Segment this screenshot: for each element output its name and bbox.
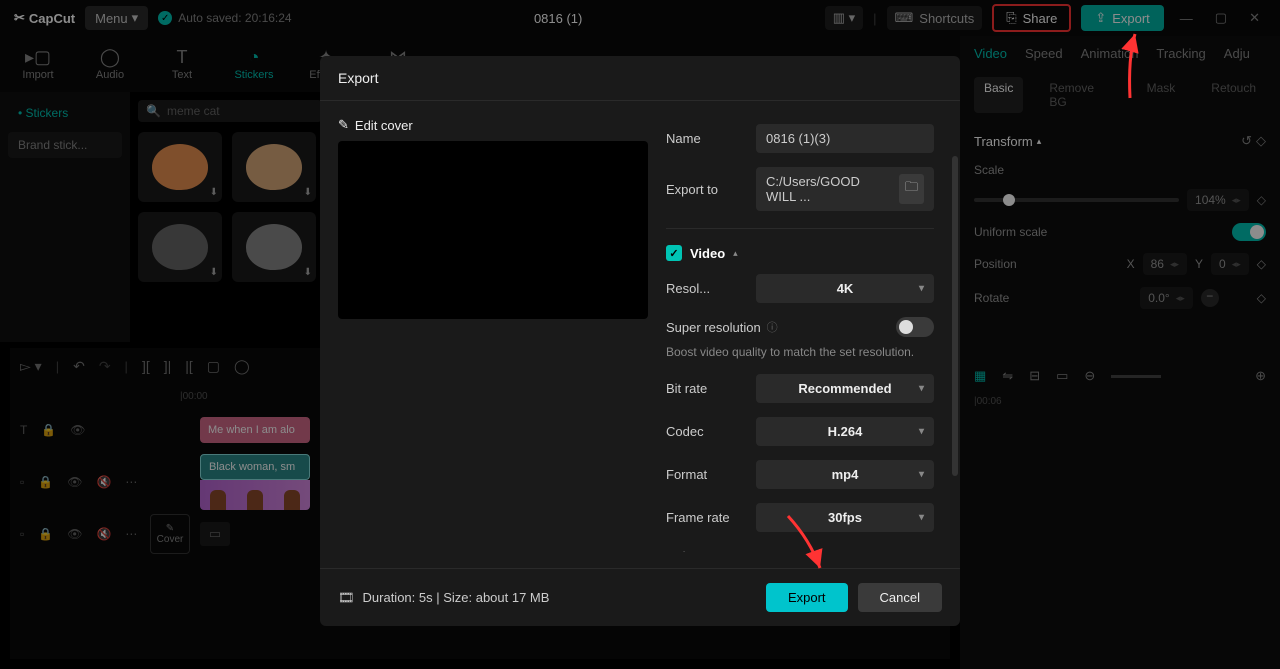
- cancel-button[interactable]: Cancel: [858, 583, 942, 612]
- superres-label: Super resolution: [666, 320, 761, 335]
- export-modal: Export ✎ Edit cover Name 0816 (1)(3) Exp…: [320, 56, 960, 626]
- checkbox-icon[interactable]: ✓: [666, 245, 682, 261]
- format-select[interactable]: mp4: [756, 460, 934, 489]
- export-info: 🎞 Duration: 5s | Size: about 17 MB: [338, 590, 549, 606]
- resolution-select[interactable]: 4K: [756, 274, 934, 303]
- bitrate-select[interactable]: Recommended: [756, 374, 934, 403]
- bitrate-label: Bit rate: [666, 381, 746, 396]
- codec-select[interactable]: H.264: [756, 417, 934, 446]
- name-input[interactable]: 0816 (1)(3): [756, 124, 934, 153]
- format-label: Format: [666, 467, 746, 482]
- folder-icon[interactable]: 🗀: [899, 174, 924, 204]
- video-checkbox-row[interactable]: ✓ Video ▴: [666, 239, 934, 267]
- video-check-label: Video: [690, 246, 725, 261]
- pencil-icon: ✎: [338, 117, 349, 133]
- name-label: Name: [666, 131, 746, 146]
- framerate-label: Frame rate: [666, 510, 746, 525]
- codec-label: Codec: [666, 424, 746, 439]
- resolution-label: Resol...: [666, 281, 746, 296]
- annotation-arrow: [780, 510, 840, 583]
- superres-toggle[interactable]: [896, 317, 934, 337]
- scrollbar[interactable]: [952, 156, 958, 476]
- cover-preview: [338, 141, 648, 319]
- export-confirm-button[interactable]: Export: [766, 583, 848, 612]
- exportto-input[interactable]: C:/Users/GOOD WILL ... 🗀: [756, 167, 934, 211]
- superres-hint: Boost video quality to match the set res…: [666, 344, 934, 367]
- annotation-arrow: [1080, 28, 1140, 111]
- modal-title: Export: [320, 56, 960, 101]
- collapse-icon[interactable]: ▴: [733, 248, 738, 259]
- edit-cover-button[interactable]: ✎ Edit cover: [338, 117, 648, 133]
- film-icon: 🎞: [338, 590, 355, 606]
- exportto-label: Export to: [666, 182, 746, 197]
- info-icon[interactable]: ⓘ: [767, 319, 778, 335]
